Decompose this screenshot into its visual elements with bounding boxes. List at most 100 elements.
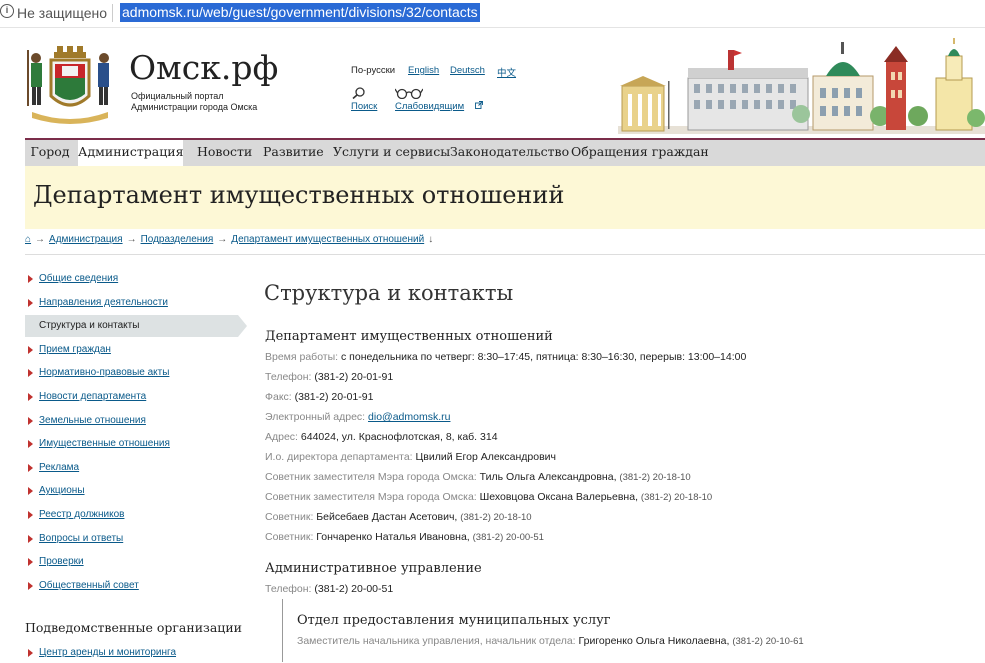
phone-value: (381-2) 20-18-10 bbox=[640, 492, 713, 503]
sidebar-item-inspections[interactable]: Проверки bbox=[25, 554, 238, 572]
nav-news[interactable]: Новости bbox=[197, 140, 252, 166]
sidebar-item-public-council[interactable]: Общественный совет bbox=[25, 578, 238, 596]
subdept-heading: Отдел предоставления муниципальных услуг bbox=[297, 613, 611, 628]
nav-appeals[interactable]: Обращения граждан bbox=[571, 140, 709, 166]
phone-value: (381-2) 20-18-10 bbox=[460, 512, 532, 523]
sidebar-item-debtors[interactable]: Реестр должников bbox=[25, 507, 238, 525]
phone: Телефон: (381-2) 20-01-91 bbox=[265, 371, 393, 383]
sidebar-item-label[interactable]: Реклама bbox=[39, 462, 79, 473]
main-navigation: Город Администрация Новости Развитие Усл… bbox=[25, 138, 985, 166]
nav-services[interactable]: Услуги и сервисы bbox=[333, 140, 450, 166]
home-icon[interactable]: ⌂ bbox=[25, 234, 31, 245]
label: И.о. директора департамента: bbox=[265, 451, 413, 463]
nav-development[interactable]: Развитие bbox=[263, 140, 324, 166]
sidebar-item-property-relations[interactable]: Имущественные отношения bbox=[25, 436, 238, 454]
sidebar-item-general-info[interactable]: Общие сведения bbox=[25, 271, 238, 289]
working-hours: Время работы: с понедельника по четверг:… bbox=[265, 351, 746, 363]
site-subtitle-line2: Администрации города Омска bbox=[131, 102, 258, 112]
site-title[interactable]: Омск.рф bbox=[129, 48, 278, 87]
sidebar-item-label[interactable]: Структура и контакты bbox=[39, 320, 139, 331]
sidebar-item-label[interactable]: Направления деятельности bbox=[39, 297, 168, 308]
low-vision-link[interactable]: Слабовидящим bbox=[395, 101, 464, 112]
lang-english[interactable]: English bbox=[408, 65, 439, 76]
label: Факс: bbox=[265, 391, 292, 403]
sidebar-item-label[interactable]: Новости департамента bbox=[39, 391, 146, 402]
value: Гончаренко Наталья Ивановна, bbox=[316, 531, 470, 543]
external-link-icon bbox=[475, 101, 483, 109]
fax: Факс: (381-2) 20-01-91 bbox=[265, 391, 373, 403]
magnifier-icon[interactable] bbox=[352, 87, 366, 99]
sidebar-item-label[interactable]: Прием граждан bbox=[39, 344, 111, 355]
sidebar-item-label[interactable]: Вопросы и ответы bbox=[39, 533, 123, 544]
sidebar-item-reception[interactable]: Прием граждан bbox=[25, 342, 238, 360]
info-icon[interactable]: i bbox=[0, 4, 14, 18]
omsk-coat-of-arms-icon[interactable] bbox=[24, 44, 116, 126]
sidebar-item-land-relations[interactable]: Земельные отношения bbox=[25, 413, 238, 431]
breadcrumb-administration[interactable]: Администрация bbox=[49, 234, 123, 245]
bullet-icon bbox=[28, 649, 33, 657]
staff-row: Советник: Гончаренко Наталья Ивановна, (… bbox=[265, 531, 544, 543]
value: Шеховцова Оксана Валерьевна, bbox=[479, 491, 638, 503]
bullet-icon bbox=[28, 369, 33, 377]
bullet-icon bbox=[28, 535, 33, 543]
sidebar-item-faq[interactable]: Вопросы и ответы bbox=[25, 531, 238, 549]
staff-row: Советник заместителя Мэра города Омска: … bbox=[265, 471, 691, 483]
address: Адрес: 644024, ул. Краснофлотская, 8, ка… bbox=[265, 431, 498, 443]
label: Заместитель начальника управления, начал… bbox=[297, 635, 576, 647]
search-link[interactable]: Поиск bbox=[351, 101, 377, 112]
sidebar-item-label[interactable]: Нормативно-правовые акты bbox=[39, 367, 169, 378]
sidebar-item-label[interactable]: Общие сведения bbox=[39, 273, 118, 284]
page-title: Департамент имущественных отношений bbox=[33, 181, 565, 209]
bullet-icon bbox=[28, 393, 33, 401]
value: Тиль Ольга Александровна, bbox=[479, 471, 617, 483]
breadcrumb-department[interactable]: Департамент имущественных отношений bbox=[231, 234, 424, 245]
sidebar-item-advertising[interactable]: Реклама bbox=[25, 460, 238, 478]
sidebar-item-label[interactable]: Центр аренды и мониторинга bbox=[39, 647, 176, 658]
security-status[interactable]: Не защищено bbox=[17, 5, 107, 21]
department-heading: Департамент имущественных отношений bbox=[265, 329, 553, 344]
bullet-icon bbox=[28, 417, 33, 425]
label: Время работы: bbox=[265, 351, 339, 363]
staff-row: Советник: Бейсебаев Дастан Асетович, (38… bbox=[265, 511, 532, 523]
nav-administration[interactable]: Администрация bbox=[78, 140, 184, 166]
label: Советник: bbox=[265, 511, 314, 523]
sidebar-item-label[interactable]: Земельные отношения bbox=[39, 415, 146, 426]
label: Советник заместителя Мэра города Омска: bbox=[265, 471, 477, 483]
breadcrumb-arrow: → bbox=[35, 234, 46, 245]
glasses-icon[interactable] bbox=[395, 87, 423, 99]
email: Электронный адрес: dio@admomsk.ru bbox=[265, 411, 450, 423]
sidebar-item-label[interactable]: Имущественные отношения bbox=[39, 438, 170, 449]
sidebar-item-structure-contacts[interactable]: Структура и контакты bbox=[25, 315, 247, 337]
sidebar-item-dept-news[interactable]: Новости департамента bbox=[25, 389, 238, 407]
sidebar-item-activities[interactable]: Направления деятельности bbox=[25, 295, 238, 313]
bullet-icon bbox=[28, 582, 33, 590]
bullet-icon bbox=[28, 275, 33, 283]
sidebar-item-rent-center[interactable]: Центр аренды и мониторинга bbox=[25, 645, 238, 663]
value: (381-2) 20-01-91 bbox=[294, 391, 374, 403]
value: с понедельника по четверг: 8:30–17:45, п… bbox=[341, 351, 747, 363]
breadcrumb-arrow: → bbox=[217, 234, 228, 245]
lang-german[interactable]: Deutsch bbox=[450, 65, 485, 76]
breadcrumb-divisions[interactable]: Подразделения bbox=[141, 234, 214, 245]
sidebar-item-legal-acts[interactable]: Нормативно-правовые акты bbox=[25, 365, 238, 383]
lang-chinese[interactable]: 中文 bbox=[497, 65, 516, 79]
sidebar-item-label[interactable]: Реестр должников bbox=[39, 509, 124, 520]
breadcrumb-dropdown-icon[interactable]: ↓ bbox=[428, 234, 433, 245]
nav-legislation[interactable]: Законодательство bbox=[450, 140, 569, 166]
sidebar-item-auctions[interactable]: Аукционы bbox=[25, 483, 238, 501]
email-link[interactable]: dio@admomsk.ru bbox=[368, 411, 450, 423]
label: Адрес: bbox=[265, 431, 298, 443]
sidebar-item-label[interactable]: Аукционы bbox=[39, 485, 85, 496]
label: Телефон: bbox=[265, 583, 312, 595]
bullet-icon bbox=[28, 440, 33, 448]
phone-value: (381-2) 20-18-10 bbox=[619, 472, 691, 483]
url-field[interactable]: admomsk.ru/web/guest/government/division… bbox=[120, 3, 480, 22]
admin-phone: Телефон: (381-2) 20-00-51 bbox=[265, 583, 393, 595]
breadcrumb-arrow: → bbox=[126, 234, 137, 245]
nav-city[interactable]: Город bbox=[25, 140, 75, 166]
sidebar-item-label[interactable]: Проверки bbox=[39, 556, 84, 567]
site-subtitle-line1: Официальный портал bbox=[131, 91, 224, 101]
sidebar-item-label[interactable]: Общественный совет bbox=[39, 580, 139, 591]
value: Цвилий Егор Александрович bbox=[415, 451, 556, 463]
director: И.о. директора департамента: Цвилий Егор… bbox=[265, 451, 556, 463]
